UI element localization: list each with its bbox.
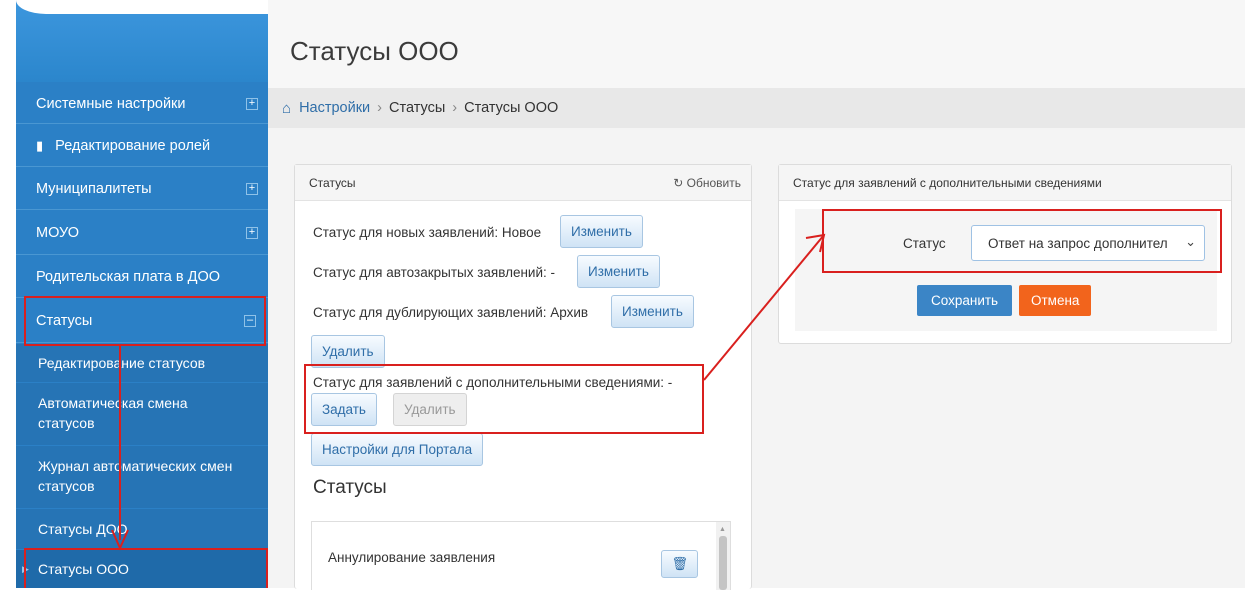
annotation-arrows [111, 233, 826, 551]
annotation-arrow-diagonal [703, 234, 825, 381]
